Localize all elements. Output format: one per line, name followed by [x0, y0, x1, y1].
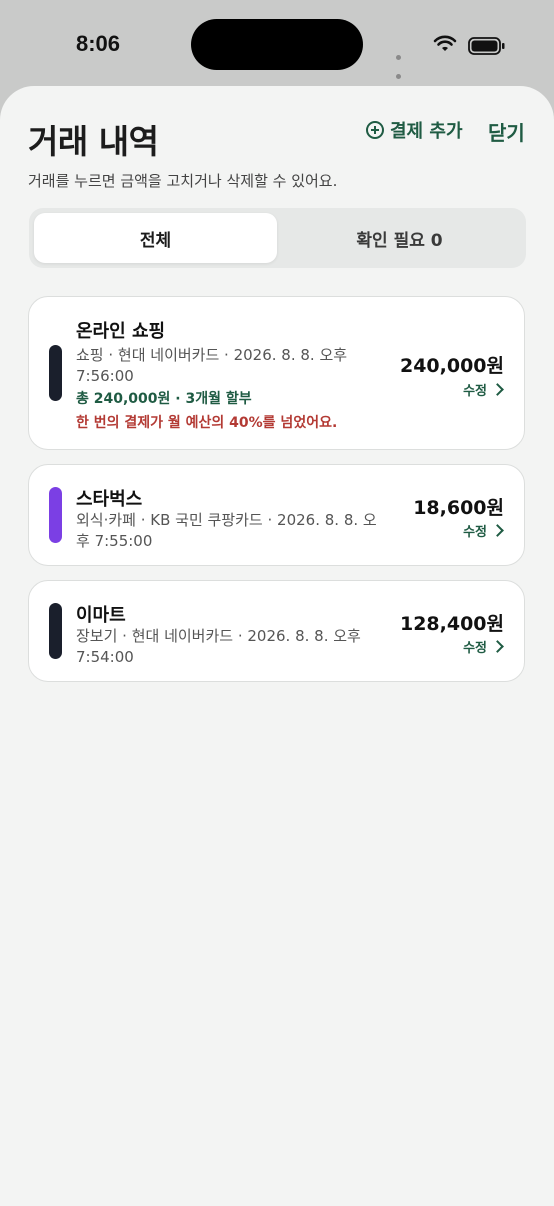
budget-warning: 한 번의 결제가 월 예산의 40%를 넘었어요.: [76, 415, 338, 431]
edit-label: 수정: [463, 384, 487, 399]
category-color-bar: [49, 603, 62, 659]
edit-button[interactable]: 수정: [463, 380, 504, 399]
add-payment-button[interactable]: 결제 추가: [366, 117, 463, 143]
transaction-amount: 240,000원: [399, 355, 504, 377]
filter-segmented-control: 전체 확인 필요 0: [29, 208, 526, 268]
transaction-amount: 128,400원: [399, 613, 504, 635]
edit-button[interactable]: 수정: [463, 637, 504, 656]
dynamic-island: [191, 19, 363, 70]
tab-all[interactable]: 전체: [34, 213, 277, 263]
transaction-name: 스타벅스: [76, 489, 143, 510]
transaction-meta: 장보기 · 현대 네이버카드 · 2026. 8. 8. 오후 7:54:00: [76, 627, 361, 666]
add-payment-label: 결제 추가: [390, 121, 463, 142]
transaction-name: 온라인 쇼핑: [76, 321, 166, 342]
chevron-right-icon: [491, 523, 504, 537]
wifi-icon: [433, 35, 457, 51]
category-color-bar: [49, 345, 62, 401]
page-subtitle: 거래를 누르면 금액을 고치거나 삭제할 수 있어요.: [28, 172, 338, 190]
status-time: 8:06: [76, 31, 121, 56]
status-bar: 8:06: [0, 0, 554, 117]
transaction-name: 이마트: [76, 605, 126, 626]
transaction-history-sheet: 거래 내역 결제 추가 닫기 거래를 누르면 금액을 고치거나 삭제할 수 있어…: [0, 86, 554, 1206]
transaction-card[interactable]: 스타벅스 외식·카페 · KB 국민 쿠팡카드 · 2026. 8. 8. 오후…: [28, 464, 525, 566]
category-color-bar: [49, 487, 62, 543]
tab-needs-review[interactable]: 확인 필요 0: [278, 213, 521, 263]
edit-button[interactable]: 수정: [463, 521, 504, 540]
plus-circle-icon: [366, 121, 384, 139]
transaction-amount: 18,600원: [413, 497, 504, 519]
chevron-right-icon: [491, 382, 504, 396]
transaction-card[interactable]: 온라인 쇼핑 쇼핑 · 현대 네이버카드 · 2026. 8. 8. 오후 7:…: [28, 296, 525, 450]
battery-icon: [468, 37, 505, 55]
transaction-meta: 쇼핑 · 현대 네이버카드 · 2026. 8. 8. 오후 7:56:00: [76, 346, 348, 385]
edit-label: 수정: [463, 525, 487, 540]
edit-label: 수정: [463, 641, 487, 656]
installment-info: 총 240,000원 · 3개월 할부: [76, 391, 252, 407]
transaction-card[interactable]: 이마트 장보기 · 현대 네이버카드 · 2026. 8. 8. 오후 7:54…: [28, 580, 525, 682]
chevron-right-icon: [491, 639, 504, 653]
page-title: 거래 내역: [28, 122, 159, 161]
close-button[interactable]: 닫기: [488, 117, 525, 146]
transaction-meta: 외식·카페 · KB 국민 쿠팡카드 · 2026. 8. 8. 오후 7:55…: [76, 511, 377, 550]
